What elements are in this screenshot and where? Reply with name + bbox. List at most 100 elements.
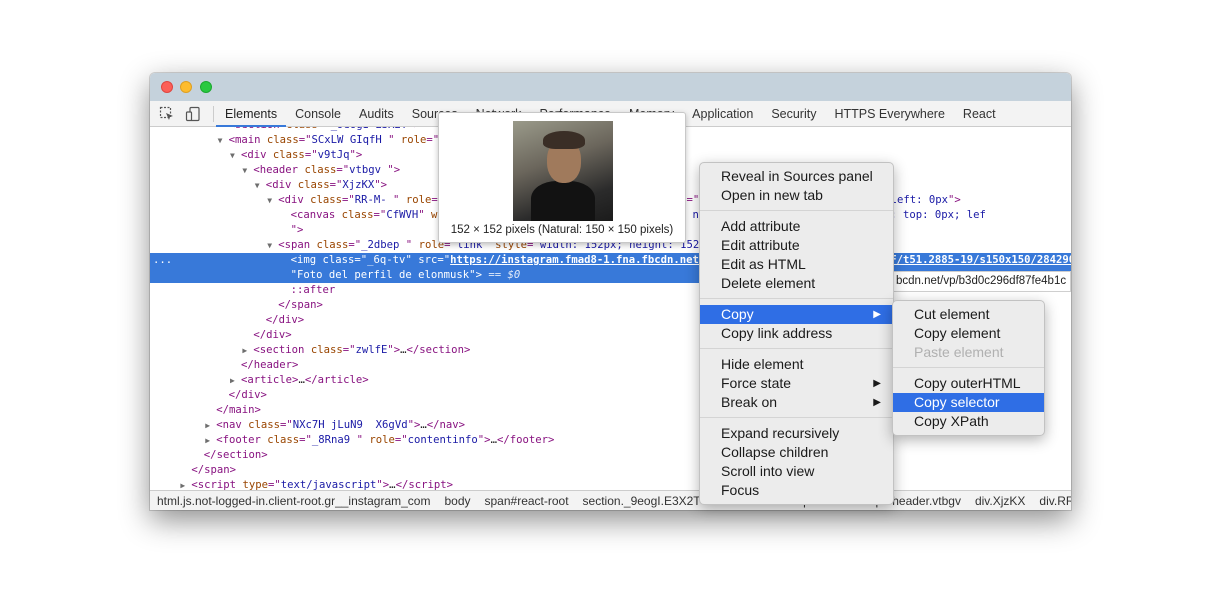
expand-triangle-icon[interactable]: ▶: [205, 418, 216, 433]
node-markup: ::after: [290, 284, 336, 296]
menu-item-label: Scroll into view: [721, 463, 815, 479]
menu-item-copy[interactable]: Copy ▶: [700, 305, 893, 324]
submenu-item-copy-element[interactable]: Copy element: [893, 324, 1044, 343]
selected-dom-node[interactable]: ... <img class="_6q-tv" src="https://inst…: [150, 253, 1071, 268]
tab-https-everywhere[interactable]: HTTPS Everywhere: [825, 101, 953, 127]
menu-item-label: Edit as HTML: [721, 256, 806, 272]
node-markup: <div class="XjzKX">: [265, 179, 388, 191]
menu-item-label: Expand recursively: [721, 425, 840, 441]
link-url-tooltip: bcdn.net/vp/b3d0c296df87fe4b1c: [893, 271, 1071, 292]
expand-triangle-icon[interactable]: ▶: [230, 373, 241, 388]
menu-separator: [700, 417, 893, 418]
collapse-triangle-icon[interactable]: ▼: [267, 238, 278, 253]
breadcrumb-item[interactable]: span#react-root: [478, 494, 576, 508]
tab-react[interactable]: React: [954, 101, 1005, 127]
menu-item-label: Delete element: [721, 275, 816, 291]
collapse-triangle-icon[interactable]: ▼: [230, 148, 241, 163]
node-markup: <footer class="_8Rna9 " role="contentinf…: [216, 434, 555, 446]
breadcrumb-item[interactable]: div.XjzKX: [968, 494, 1032, 508]
zoom-window-button[interactable]: [200, 81, 212, 93]
tab-elements[interactable]: Elements: [216, 101, 287, 127]
dom-node-line[interactable]: </section>: [150, 448, 1071, 463]
inspect-element-icon[interactable]: [159, 106, 175, 122]
submenu-item-copy-xpath[interactable]: Copy XPath: [893, 412, 1044, 431]
menu-item-reveal-in-sources-panel[interactable]: Reveal in Sources panel: [700, 167, 893, 186]
minimize-window-button[interactable]: [180, 81, 192, 93]
menu-item-focus[interactable]: Focus: [700, 481, 893, 500]
submenu-item-cut-element[interactable]: Cut element: [893, 305, 1044, 324]
node-markup: "Foto del perfil de elonmusk"> == $0: [290, 269, 521, 281]
menu-item-label: Copy selector: [914, 394, 1000, 410]
breadcrumb-item[interactable]: html.js.not-logged-in.client-root.gr__in…: [150, 494, 437, 508]
node-markup: </span>: [191, 464, 237, 476]
menu-item-label: Copy outerHTML: [914, 375, 1021, 391]
node-markup: <img class="_6q-tv" src="https://instagr…: [290, 254, 1071, 266]
submenu-item-copy-selector[interactable]: Copy selector: [893, 393, 1044, 412]
menu-item-label: Add attribute: [721, 218, 801, 234]
node-actions-ellipsis[interactable]: ...: [153, 253, 172, 268]
profile-image-preview: [513, 121, 613, 221]
menu-item-edit-as-html[interactable]: Edit as HTML: [700, 255, 893, 274]
menu-item-collapse-children[interactable]: Collapse children: [700, 443, 893, 462]
menu-separator: [700, 298, 893, 299]
menu-item-edit-attribute[interactable]: Edit attribute: [700, 236, 893, 255]
menu-item-label: Reveal in Sources panel: [721, 168, 873, 184]
dom-node-line[interactable]: </span>: [150, 463, 1071, 478]
menu-item-label: Collapse children: [721, 444, 829, 460]
node-markup: </div>: [265, 314, 305, 326]
tab-application[interactable]: Application: [683, 101, 762, 127]
node-markup: </div>: [253, 329, 292, 341]
breadcrumb-item[interactable]: div.RR-M-: [1032, 494, 1071, 508]
node-markup: <script type="text/javascript">…</script…: [191, 479, 453, 490]
node-markup: <nav class="NXc7H jLuN9 X6gVd">…</nav>: [216, 419, 466, 431]
menu-item-break-on[interactable]: Break on ▶: [700, 393, 893, 412]
menu-item-scroll-into-view[interactable]: Scroll into view: [700, 462, 893, 481]
expand-triangle-icon[interactable]: ▶: [242, 343, 253, 358]
collapse-triangle-icon[interactable]: ▼: [218, 133, 229, 148]
menu-item-add-attribute[interactable]: Add attribute: [700, 217, 893, 236]
node-markup: </main>: [216, 404, 261, 416]
toolbar-divider: [213, 106, 214, 122]
submenu-item-paste-element: Paste element: [893, 343, 1044, 362]
tab-audits[interactable]: Audits: [350, 101, 403, 127]
close-window-button[interactable]: [161, 81, 173, 93]
node-markup: <section class="_9eogI E3X2T">: [229, 127, 420, 131]
menu-separator: [893, 367, 1044, 368]
menu-item-expand-recursively[interactable]: Expand recursively: [700, 424, 893, 443]
menu-item-label: Edit attribute: [721, 237, 800, 253]
menu-item-label: Copy: [721, 306, 754, 322]
menu-item-open-in-new-tab[interactable]: Open in new tab: [700, 186, 893, 205]
collapse-triangle-icon[interactable]: ▼: [242, 163, 253, 178]
menu-item-hide-element[interactable]: Hide element: [700, 355, 893, 374]
breadcrumb-item[interactable]: header.vtbgv: [885, 494, 968, 508]
menu-item-label: Break on: [721, 394, 778, 410]
menu-separator: [700, 210, 893, 211]
menu-item-label: Copy XPath: [914, 413, 989, 429]
node-markup: </span>: [278, 299, 323, 311]
submenu-arrow-icon: ▶: [873, 378, 881, 389]
breadcrumb-item[interactable]: section._9eogI.E3X2T: [576, 494, 708, 508]
menu-item-label: Focus: [721, 482, 760, 498]
menu-item-copy-link-address[interactable]: Copy link address: [700, 324, 893, 343]
context-menu: Reveal in Sources panel Open in new tab Ad…: [699, 162, 894, 505]
node-markup: </section>: [203, 449, 268, 461]
submenu-item-copy-outerhtml[interactable]: Copy outerHTML: [893, 374, 1044, 393]
submenu-arrow-icon: ▶: [873, 309, 881, 320]
title-bar: [150, 73, 1071, 101]
tab-console[interactable]: Console: [286, 101, 350, 127]
preview-figure-shirt: [531, 181, 595, 221]
menu-item-delete-element[interactable]: Delete element: [700, 274, 893, 293]
device-toolbar-icon[interactable]: [185, 106, 201, 122]
copy-submenu: Cut element Copy element Paste element Copy…: [892, 300, 1045, 436]
breadcrumb: html.js.not-logged-in.client-root.gr__in…: [150, 490, 1071, 510]
collapse-triangle-icon[interactable]: ▼: [255, 178, 266, 193]
dom-node-line[interactable]: ▶ <script type="text/javascript">…</scrip…: [150, 478, 1071, 490]
expand-triangle-icon[interactable]: ▶: [205, 433, 216, 448]
menu-item-force-state[interactable]: Force state ▶: [700, 374, 893, 393]
expand-triangle-icon[interactable]: ▶: [180, 478, 191, 490]
node-markup: ">: [290, 224, 304, 236]
breadcrumb-item[interactable]: body: [437, 494, 477, 508]
menu-separator: [700, 348, 893, 349]
collapse-triangle-icon[interactable]: ▼: [267, 193, 278, 208]
tab-security[interactable]: Security: [762, 101, 825, 127]
